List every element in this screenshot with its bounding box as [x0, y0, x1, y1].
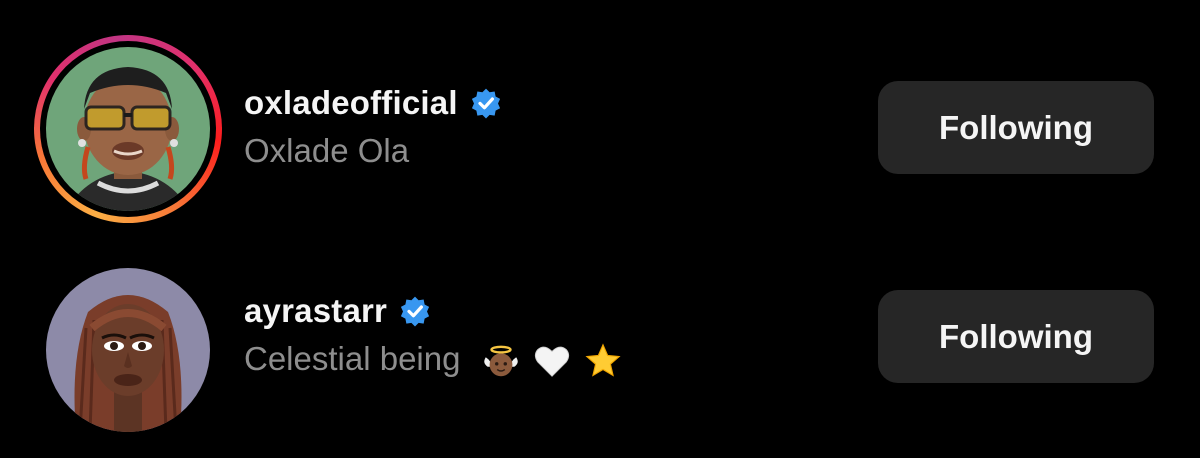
white-heart-emoji-icon: [534, 347, 569, 378]
account-row[interactable]: ayrastarr Celestial being Following: [0, 235, 1200, 435]
following-button[interactable]: Following: [878, 290, 1154, 383]
full-name: Oxlade Ola: [244, 132, 410, 169]
username[interactable]: oxladeofficial: [244, 84, 458, 122]
account-row[interactable]: oxladeofficial Oxlade Ola Following: [0, 27, 1200, 227]
story-ring[interactable]: [34, 35, 222, 223]
username-line[interactable]: ayrastarr: [244, 292, 431, 330]
avatar[interactable]: [46, 47, 210, 211]
cartoon-avatar-braids-icon: [46, 268, 210, 432]
full-name: Celestial being: [244, 340, 461, 377]
cartoon-avatar-sunglasses-icon: [46, 47, 210, 211]
verified-badge-icon: [401, 296, 430, 327]
verified-badge-icon: [471, 88, 500, 119]
following-button[interactable]: Following: [878, 81, 1154, 174]
star-emoji-icon: [585, 343, 621, 377]
baby-angel-emoji-icon: [483, 345, 518, 377]
avatar[interactable]: [46, 268, 210, 432]
username[interactable]: ayrastarr: [244, 292, 387, 330]
username-line[interactable]: oxladeofficial: [244, 84, 502, 122]
full-name-line: Celestial being: [244, 340, 622, 380]
